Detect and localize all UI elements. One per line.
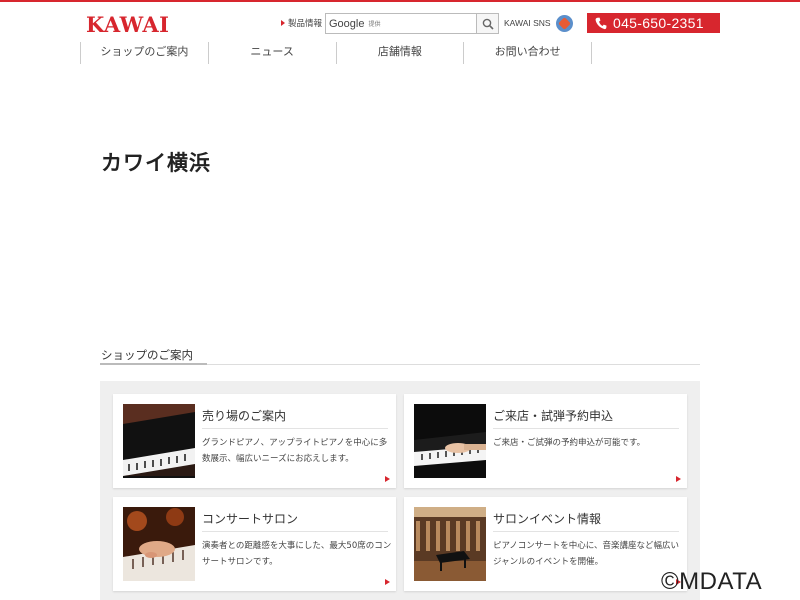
- card-title: コンサートサロン: [202, 512, 299, 526]
- pianist-hands-image: [123, 507, 195, 581]
- arrow-right-icon: [385, 476, 390, 482]
- kawai-logo[interactable]: KAWAI: [86, 12, 170, 37]
- arrow-right-icon: [676, 476, 681, 482]
- card-description: ピアノコンサートを中心に、音楽講座など幅広いジャンルのイベントを開催。: [493, 541, 679, 567]
- piano-hands-image: [414, 404, 486, 478]
- watermark: ©MDATA: [661, 568, 763, 595]
- site-search: Google 提供: [325, 13, 499, 34]
- card-divider: [202, 531, 388, 532]
- card-visit-reservation[interactable]: ご来店・試弾予約申込 ご来店・ご試弾の予約申込が可能です。: [404, 394, 687, 488]
- card-sales-floor[interactable]: 売り場のご案内 グランドピアノ、アップライトピアノを中心に多数展示、幅広いニーズ…: [113, 394, 396, 488]
- sns-icon[interactable]: [556, 15, 573, 32]
- google-sub: 提供: [368, 21, 381, 28]
- card-title: サロンイベント情報: [493, 512, 602, 526]
- nav-item-store-info[interactable]: 店舗情報: [337, 42, 465, 64]
- card-description: グランドピアノ、アップライトピアノを中心に多数展示、幅広いニーズにお応えします。: [202, 438, 388, 464]
- product-info-label: 製品情報: [288, 19, 323, 29]
- global-nav: ショップのご案内 ニュース 店舗情報 お問い合わせ: [80, 42, 592, 64]
- arrow-right-icon: [281, 20, 285, 26]
- card-divider: [202, 428, 388, 429]
- section-title: ショップのご案内: [101, 348, 193, 362]
- phone-icon: [595, 17, 607, 29]
- nav-item-contact[interactable]: お問い合わせ: [464, 42, 592, 64]
- google-brand: Google: [329, 17, 365, 30]
- card-description: 演奏者との距離感を大事にした、最大50席のコンサートサロンです。: [202, 541, 392, 567]
- arrow-right-icon: [385, 579, 390, 585]
- concert-hall-image: [414, 507, 486, 581]
- card-divider: [493, 531, 679, 532]
- phone-badge[interactable]: 045-650-2351: [587, 13, 720, 33]
- search-input[interactable]: Google 提供: [326, 14, 476, 33]
- top-accent-line: [0, 0, 800, 2]
- card-title: 売り場のご案内: [202, 409, 287, 423]
- card-title: ご来店・試弾予約申込: [493, 409, 614, 423]
- product-info-link[interactable]: 製品情報: [281, 17, 322, 29]
- section-divider-accent: [100, 363, 207, 365]
- card-salon-events[interactable]: サロンイベント情報 ピアノコンサートを中心に、音楽講座など幅広いジャンルのイベン…: [404, 497, 687, 591]
- card-divider: [493, 428, 679, 429]
- search-icon: [482, 18, 494, 30]
- card-description: ご来店・ご試弾の予約申込が可能です。: [493, 438, 646, 448]
- sns-label[interactable]: KAWAI SNS: [504, 18, 551, 28]
- search-button[interactable]: [476, 14, 498, 33]
- card-concert-salon[interactable]: コンサートサロン 演奏者との距離感を大事にした、最大50席のコンサートサロンです…: [113, 497, 396, 591]
- nav-item-news[interactable]: ニュース: [209, 42, 337, 64]
- nav-item-shop-guide[interactable]: ショップのご案内: [81, 42, 209, 64]
- phone-number: 045-650-2351: [613, 15, 704, 31]
- grand-piano-image: [123, 404, 195, 478]
- page-title: カワイ横浜: [101, 151, 211, 175]
